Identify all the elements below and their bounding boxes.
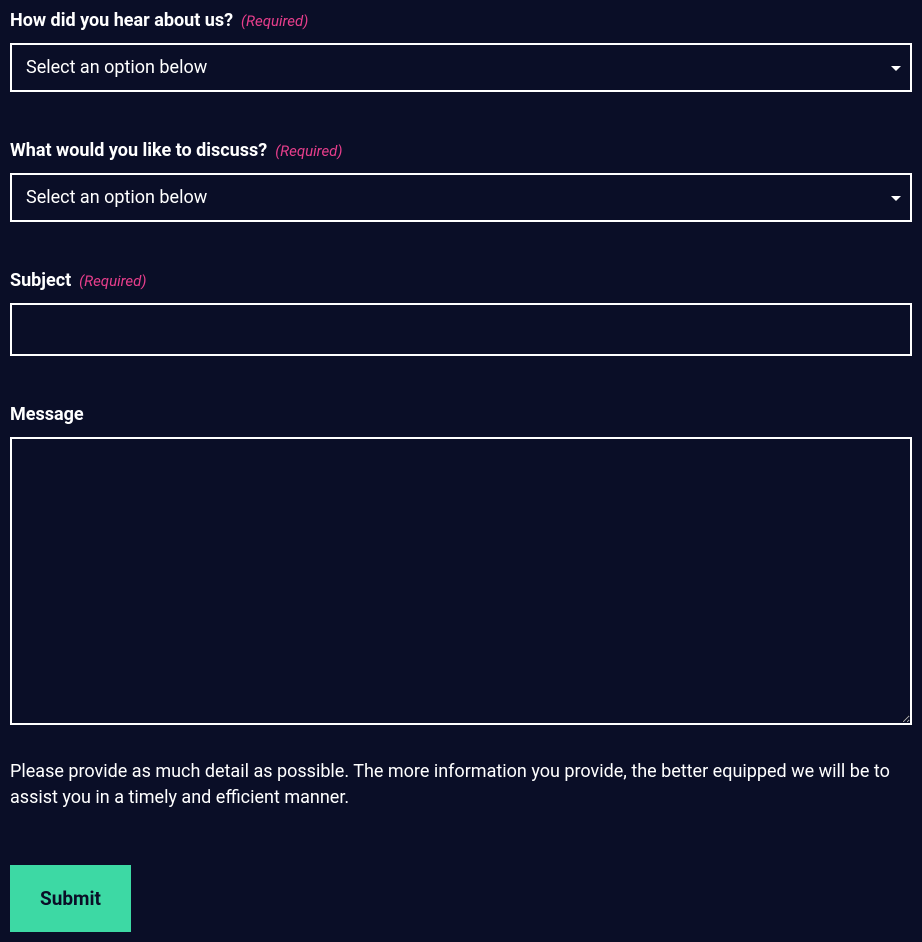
message-textarea[interactable] xyxy=(10,437,912,725)
subject-label-row: Subject (Required) xyxy=(10,270,912,291)
hear-about-select[interactable]: Select an option below xyxy=(10,43,912,92)
discuss-label-row: What would you like to discuss? (Require… xyxy=(10,140,912,161)
discuss-select[interactable]: Select an option below xyxy=(10,173,912,222)
required-indicator: (Required) xyxy=(275,142,342,160)
hear-about-label-row: How did you hear about us? (Required) xyxy=(10,10,912,31)
message-label: Message xyxy=(10,404,84,425)
subject-label: Subject xyxy=(10,270,71,291)
message-help-text: Please provide as much detail as possibl… xyxy=(10,759,912,811)
discuss-select-wrapper: Select an option below xyxy=(10,173,912,222)
message-label-row: Message xyxy=(10,404,912,425)
subject-input[interactable] xyxy=(10,303,912,356)
discuss-label: What would you like to discuss? xyxy=(10,140,267,161)
submit-button[interactable]: Submit xyxy=(10,865,131,932)
hear-about-label: How did you hear about us? xyxy=(10,10,233,31)
discuss-field-group: What would you like to discuss? (Require… xyxy=(10,140,912,222)
hear-about-select-wrapper: Select an option below xyxy=(10,43,912,92)
message-field-group: Message Please provide as much detail as… xyxy=(10,404,912,811)
required-indicator: (Required) xyxy=(241,12,308,30)
hear-about-field-group: How did you hear about us? (Required) Se… xyxy=(10,10,912,92)
subject-field-group: Subject (Required) xyxy=(10,270,912,356)
required-indicator: (Required) xyxy=(79,272,146,290)
